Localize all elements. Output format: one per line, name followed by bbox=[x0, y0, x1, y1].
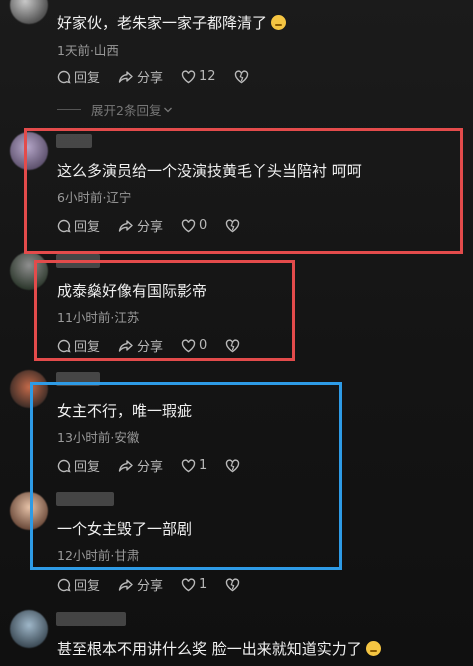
reply-icon bbox=[57, 578, 71, 592]
like-button[interactable]: 1 bbox=[181, 458, 207, 473]
comment-text: 成泰燊好像有国际影帝 bbox=[57, 282, 208, 300]
divider bbox=[57, 109, 81, 110]
share-button[interactable]: 分享 bbox=[118, 575, 163, 594]
share-button[interactable]: 分享 bbox=[118, 336, 163, 355]
reply-icon bbox=[57, 70, 71, 84]
chevron-down-icon bbox=[164, 107, 173, 112]
username-blurred[interactable] bbox=[56, 612, 126, 626]
dislike-heart-icon bbox=[226, 218, 240, 232]
comment-meta: 1天前·山西 bbox=[57, 43, 119, 58]
dislike-button[interactable] bbox=[225, 458, 243, 473]
comment-actions: 回复 分享 1 bbox=[57, 456, 261, 475]
like-button[interactable]: 0 bbox=[181, 338, 207, 353]
comment-text: 这么多演员给一个没演技黄毛丫头当陪衬 呵呵 bbox=[57, 162, 362, 180]
avatar[interactable] bbox=[10, 132, 48, 170]
emoji-icon bbox=[365, 641, 381, 656]
comment-text: 甚至根本不用讲什么奖 脸一出来就知道实力了 bbox=[57, 638, 381, 659]
reply-button[interactable]: 回复 bbox=[57, 336, 100, 355]
dislike-button[interactable] bbox=[225, 577, 243, 592]
username-blurred[interactable] bbox=[56, 134, 92, 148]
comment-actions: 回复 分享 0 bbox=[57, 216, 261, 235]
comment-actions: 回复 分享 12 bbox=[57, 67, 270, 86]
dislike-button[interactable] bbox=[225, 338, 243, 353]
heart-icon bbox=[181, 69, 196, 83]
comment-meta: 11小时前·江苏 bbox=[57, 310, 140, 325]
like-count: 0 bbox=[199, 218, 208, 233]
avatar[interactable] bbox=[10, 610, 48, 648]
like-count: 0 bbox=[199, 338, 208, 353]
comment-actions: 回复 分享 1 bbox=[57, 575, 261, 594]
dislike-button[interactable] bbox=[225, 218, 243, 233]
heart-icon bbox=[181, 577, 196, 591]
like-count: 1 bbox=[199, 458, 208, 473]
like-button[interactable]: 0 bbox=[181, 218, 207, 233]
reply-button[interactable]: 回复 bbox=[57, 67, 100, 86]
emoji-icon bbox=[271, 15, 287, 30]
username-blurred[interactable] bbox=[56, 372, 100, 386]
username-blurred[interactable] bbox=[56, 492, 114, 506]
reply-icon bbox=[57, 459, 71, 473]
comment-text: 一个女主毁了一部剧 bbox=[57, 520, 193, 538]
reply-icon bbox=[57, 339, 71, 353]
share-icon bbox=[118, 219, 133, 232]
share-button[interactable]: 分享 bbox=[118, 216, 163, 235]
share-button[interactable]: 分享 bbox=[118, 456, 163, 475]
like-count: 1 bbox=[199, 577, 208, 592]
dislike-heart-icon bbox=[226, 577, 240, 591]
comment-actions: 回复 分享 0 bbox=[57, 336, 261, 355]
comment-meta: 6小时前·辽宁 bbox=[57, 190, 132, 205]
expand-replies[interactable]: 展开2条回复 bbox=[57, 100, 173, 119]
heart-icon bbox=[181, 218, 196, 232]
heart-icon bbox=[181, 338, 196, 352]
username-blurred[interactable] bbox=[56, 254, 100, 268]
share-button[interactable]: 分享 bbox=[118, 67, 163, 86]
share-icon bbox=[118, 578, 133, 591]
comment-meta: 13小时前·安徽 bbox=[57, 430, 140, 445]
avatar[interactable] bbox=[10, 492, 48, 530]
dislike-heart-icon bbox=[234, 69, 248, 83]
share-icon bbox=[118, 459, 133, 472]
avatar[interactable] bbox=[10, 252, 48, 290]
like-button[interactable]: 1 bbox=[181, 577, 207, 592]
share-icon bbox=[118, 339, 133, 352]
reply-button[interactable]: 回复 bbox=[57, 456, 100, 475]
reply-button[interactable]: 回复 bbox=[57, 575, 100, 594]
reply-button[interactable]: 回复 bbox=[57, 216, 100, 235]
heart-icon bbox=[181, 458, 196, 472]
share-icon bbox=[118, 70, 133, 83]
comment-text: 好家伙，老朱家一家子都降清了 bbox=[57, 12, 287, 33]
dislike-heart-icon bbox=[226, 338, 240, 352]
comment-meta: 12小时前·甘肃 bbox=[57, 548, 140, 563]
dislike-button[interactable] bbox=[234, 69, 252, 84]
avatar[interactable] bbox=[10, 370, 48, 408]
comment-text: 女主不行，唯一瑕疵 bbox=[57, 402, 193, 420]
like-button[interactable]: 12 bbox=[181, 69, 216, 84]
dislike-heart-icon bbox=[226, 458, 240, 472]
reply-icon bbox=[57, 219, 71, 233]
like-count: 12 bbox=[199, 69, 216, 84]
